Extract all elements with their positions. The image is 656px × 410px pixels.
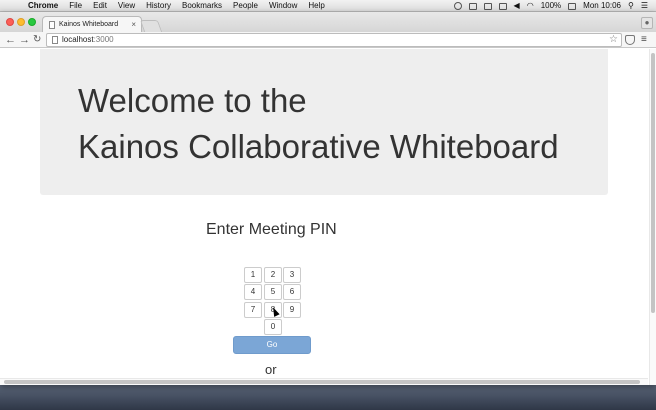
menu-app-chrome[interactable]: Chrome	[28, 0, 58, 12]
battery-percent[interactable]: 100%	[541, 0, 561, 12]
new-tab-button[interactable]	[139, 20, 163, 32]
page-title-line-2: Kainos Collaborative Whiteboard	[78, 128, 559, 165]
reload-icon[interactable]: ↻	[33, 33, 41, 47]
keypad-key-2[interactable]: 2	[264, 267, 282, 283]
forward-arrow-icon[interactable]: →	[19, 33, 30, 47]
url-port: :3000	[93, 35, 114, 44]
keypad-key-0[interactable]: 0	[264, 319, 282, 335]
battery-icon[interactable]	[568, 2, 577, 10]
menubar-status-area: ◀ ◠ 100% Mon 10:06 ⚲ ☰	[453, 0, 648, 12]
notification-center-icon[interactable]: ☰	[641, 0, 648, 12]
url-host: localhost	[62, 35, 94, 44]
menu-bookmarks[interactable]: Bookmarks	[182, 0, 222, 12]
bookmark-star-icon[interactable]: ☆	[609, 34, 618, 46]
keypad-key-5[interactable]: 5	[264, 284, 282, 300]
pin-heading: Enter Meeting PIN	[206, 221, 337, 238]
browser-window: Kainos Whiteboard × ● ← → ↻ localhost:30…	[0, 12, 656, 385]
page-title-line-1: Welcome to the	[78, 82, 307, 119]
spotlight-search-icon[interactable]: ⚲	[628, 0, 634, 12]
horizontal-scroll-thumb[interactable]	[4, 380, 640, 384]
window-fullscreen-button[interactable]	[28, 18, 36, 26]
status-icon[interactable]	[453, 2, 462, 10]
desktop-wallpaper-landscape	[0, 384, 656, 410]
page-icon	[52, 36, 58, 44]
display-icon[interactable]	[483, 2, 492, 10]
tab-close-icon[interactable]: ×	[131, 20, 136, 29]
or-separator: or	[265, 362, 277, 377]
page-icon	[49, 20, 55, 29]
welcome-jumbotron: Welcome to the Kainos Collaborative Whit…	[40, 49, 608, 195]
window-close-button[interactable]	[6, 18, 14, 26]
keypad-key-4[interactable]: 4	[244, 284, 262, 300]
keypad-key-3[interactable]: 3	[283, 267, 301, 283]
keypad-key-6[interactable]: 6	[283, 284, 301, 300]
tab-kainos-whiteboard[interactable]: Kainos Whiteboard ×	[42, 16, 142, 32]
menu-help[interactable]: Help	[308, 0, 324, 12]
airplay-icon[interactable]	[498, 2, 507, 10]
address-bar[interactable]: localhost:3000 ☆	[46, 33, 622, 47]
vertical-scrollbar[interactable]	[649, 49, 656, 385]
clock[interactable]: Mon 10:06	[583, 0, 621, 12]
wifi-icon[interactable]: ◠	[527, 0, 534, 12]
page-viewport: Welcome to the Kainos Collaborative Whit…	[0, 49, 656, 385]
horizontal-scrollbar[interactable]	[0, 378, 648, 385]
menu-file[interactable]: File	[69, 0, 82, 12]
keypad-key-7[interactable]: 7	[244, 302, 262, 318]
tab-title: Kainos Whiteboard	[59, 21, 119, 28]
vertical-scroll-thumb[interactable]	[651, 53, 655, 313]
keypad-key-1[interactable]: 1	[244, 267, 262, 283]
menu-people[interactable]: People	[233, 0, 258, 12]
menu-view[interactable]: View	[118, 0, 135, 12]
profile-icon[interactable]: ●	[641, 17, 653, 29]
extension-shield-icon[interactable]	[625, 35, 635, 45]
menu-edit[interactable]: Edit	[93, 0, 107, 12]
mac-menubar: Chrome File Edit View History Bookmarks …	[0, 0, 656, 12]
tab-strip: Kainos Whiteboard × ●	[0, 12, 656, 32]
url-text[interactable]: localhost:3000	[62, 34, 114, 46]
menu-history[interactable]: History	[146, 0, 171, 12]
browser-toolbar: ← → ↻ localhost:3000 ☆ ≡	[0, 32, 656, 48]
go-button[interactable]: Go	[233, 336, 311, 354]
shield-icon[interactable]	[468, 2, 477, 10]
volume-icon[interactable]: ◀	[514, 0, 520, 12]
menu-window[interactable]: Window	[269, 0, 297, 12]
back-arrow-icon[interactable]: ←	[5, 33, 16, 47]
window-minimize-button[interactable]	[17, 18, 25, 26]
keypad-key-9[interactable]: 9	[283, 302, 301, 318]
hamburger-menu-icon[interactable]: ≡	[641, 34, 647, 46]
